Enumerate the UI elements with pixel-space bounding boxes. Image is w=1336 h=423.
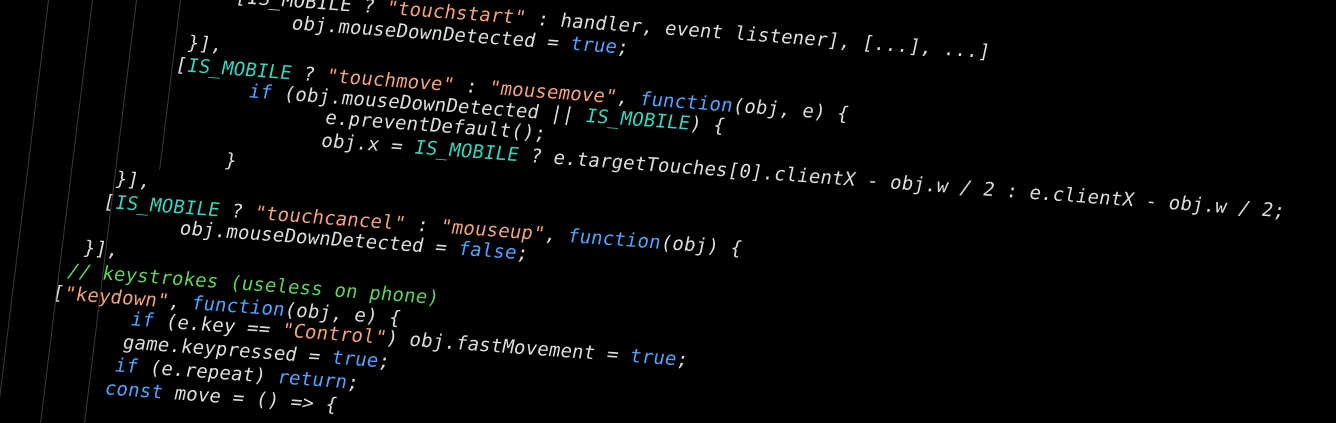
code-line[interactable]: }], [185,32,225,56]
code-editor[interactable]: [IS_MOBILE ? "touchstart" : handler, eve… [0,0,1336,423]
code-token: true [329,346,381,372]
code-token: return [275,366,350,393]
code-token: true [568,32,620,58]
code-line[interactable]: } [175,145,239,172]
code-line[interactable]: }], [81,237,121,261]
code-token: } [175,145,239,172]
code-token: function [565,225,664,254]
code-token: }], [184,31,225,56]
code-token: (obj) { [658,232,745,260]
code-token: const [102,377,166,403]
code-token: }], [113,168,154,193]
code-token: ) obj.fastMovement = [384,327,633,367]
code-token: }], [81,236,121,262]
code-token: true [628,345,680,371]
indent-guide [0,0,50,423]
indent-guide [159,0,181,170]
code-view[interactable]: [IS_MOBILE ? "touchstart" : handler, eve… [0,0,1336,423]
code-line[interactable]: }], [114,168,154,192]
code-token: ? e.targetTouches[0].clientX - obj.w / 2… [516,144,1288,223]
code-line[interactable]: obj.x = IS_MOBILE ? e.targetTouches[0].c… [226,123,1287,222]
code-token: (obj, e) { [730,95,852,126]
code-token: false [456,237,520,264]
code-token: ) { [688,112,728,138]
